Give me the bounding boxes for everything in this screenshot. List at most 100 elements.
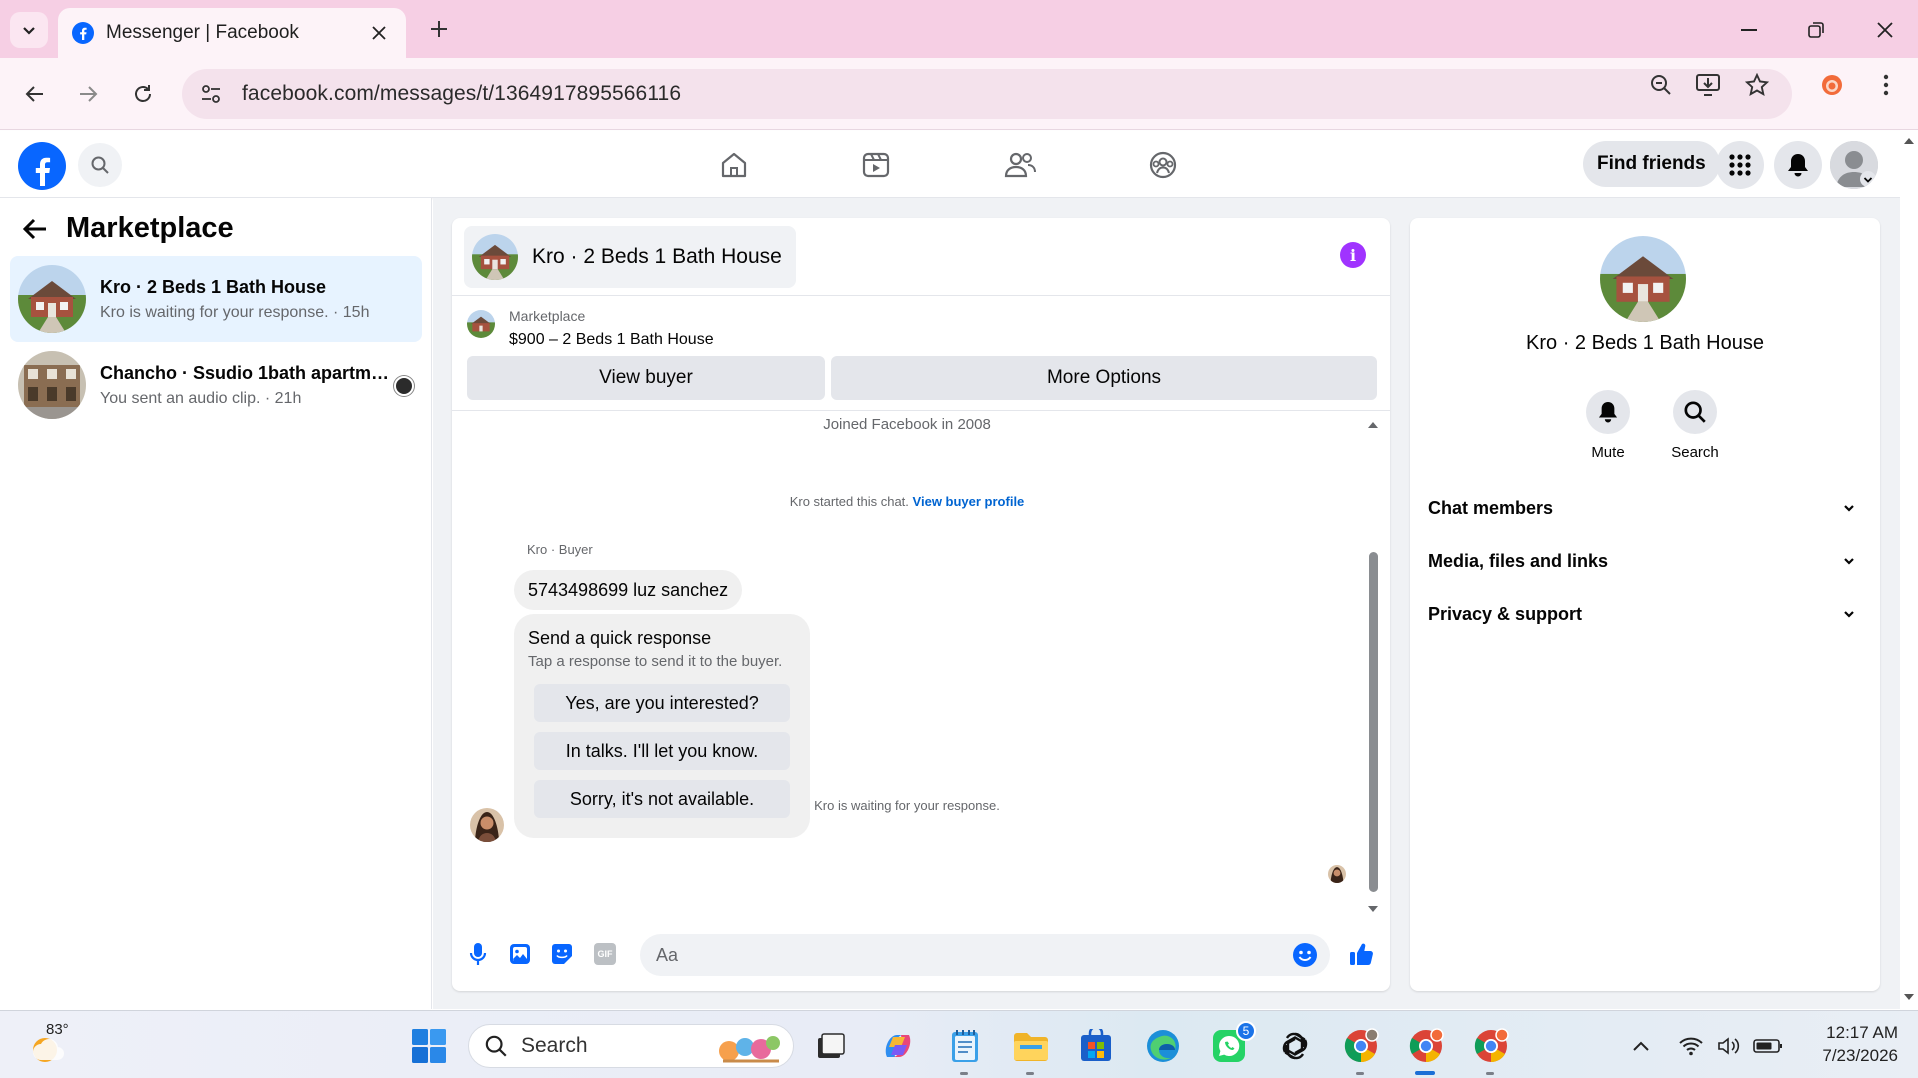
message-bubble[interactable]: 5743498699 luz sanchez [514,570,743,610]
chat-avatar [472,234,518,280]
edge-icon[interactable] [1142,1025,1184,1067]
search-button[interactable] [78,143,122,187]
zoom-icon[interactable] [1647,71,1675,99]
chevron-up-icon[interactable] [1626,1025,1656,1067]
browser-tab[interactable]: Messenger | Facebook [58,8,406,58]
sender-avatar[interactable] [470,808,504,842]
gif-icon[interactable]: GIF [591,940,619,968]
listing-price[interactable]: $900 – 2 Beds 1 Bath House [509,331,714,349]
listing-source-label: Marketplace [509,308,586,324]
sticker-icon[interactable] [548,940,576,968]
taskbar-search[interactable]: Search [468,1024,794,1068]
mute-button[interactable]: Mute [1573,390,1643,461]
quick-response-in-talks[interactable]: In talks. I'll let you know. [534,732,790,770]
chevron-down-icon [1842,501,1856,515]
chrome-profile-icon[interactable] [1470,1025,1512,1075]
battery-icon[interactable] [1751,1025,1785,1067]
install-app-icon[interactable] [1695,71,1723,99]
message-composer: GIF Aa [452,918,1390,991]
privacy-support-section[interactable]: Privacy & support [1428,590,1862,638]
forward-icon[interactable] [68,74,108,114]
running-indicator [1486,1072,1494,1075]
system-clock[interactable]: 12:17 AM 7/23/2026 [1788,1021,1898,1067]
minimize-icon[interactable] [1726,12,1772,48]
facebook-logo-icon[interactable] [18,142,66,190]
back-icon[interactable] [15,74,55,114]
copilot-icon[interactable] [877,1025,919,1067]
back-arrow-icon[interactable] [22,218,48,240]
menu-button[interactable] [1716,141,1764,189]
chrome-icon[interactable] [1340,1025,1382,1075]
find-friends-button[interactable]: Find friends [1583,141,1720,187]
groups-icon[interactable] [1141,143,1185,187]
task-view-icon[interactable] [810,1025,852,1067]
view-buyer-button[interactable]: View buyer [467,356,825,400]
start-icon[interactable] [408,1025,450,1067]
conversation-item[interactable]: Kro · 2 Beds 1 Bath House Kro is waiting… [10,256,422,342]
listing-thumbnail [467,310,495,338]
facebook-favicon-icon [72,22,94,44]
section-label: Media, files and links [1428,550,1609,571]
browser-toolbar: facebook.com/messages/t/1364917895566116 [0,58,1918,130]
tab-list-button[interactable] [10,12,48,48]
extension-icon[interactable] [1818,71,1846,99]
kebab-menu-icon[interactable] [1872,71,1900,99]
emoji-icon[interactable] [1292,942,1318,968]
close-icon[interactable] [366,20,392,46]
listing-banner: Marketplace $900 – 2 Beds 1 Bath House V… [452,296,1390,411]
conversation-details-panel: Kro · 2 Beds 1 Bath House Mute Search Ch… [1410,218,1880,991]
chat-title-button[interactable]: Kro · 2 Beds 1 Bath House [464,226,796,288]
site-settings-icon[interactable] [200,83,222,105]
whatsapp-icon[interactable]: 5 [1208,1021,1256,1067]
address-bar[interactable]: facebook.com/messages/t/1364917895566116 [182,69,1792,119]
house-thumbnail [18,265,86,333]
search-in-chat-button[interactable]: Search [1660,390,1730,461]
photo-icon[interactable] [506,940,534,968]
volume-icon[interactable] [1712,1025,1746,1067]
chrome-active-icon[interactable] [1405,1025,1447,1075]
notifications-button[interactable] [1774,141,1822,189]
chat-started-text: Kro started this chat. [789,494,909,509]
weather-temperature: 83° [46,1021,69,1038]
chat-members-section[interactable]: Chat members [1428,484,1862,532]
info-icon[interactable]: i [1340,242,1366,268]
chatgpt-icon[interactable] [1274,1025,1316,1067]
thumbs-up-icon[interactable] [1348,940,1376,968]
microsoft-store-icon[interactable] [1075,1025,1117,1067]
reload-icon[interactable] [123,74,163,114]
read-receipt-avatar [1328,865,1346,883]
quick-response-interested[interactable]: Yes, are you interested? [534,684,790,722]
video-icon[interactable] [854,143,898,187]
chevron-down-icon [1842,554,1856,568]
search-label: Search [1671,444,1719,461]
notepad-icon[interactable] [944,1025,986,1075]
search-icon [1684,401,1706,423]
details-avatar[interactable] [1600,236,1686,322]
conversation-item[interactable]: Chancho · Ssudio 1bath apartme... You se… [10,342,422,428]
details-name: Kro · 2 Beds 1 Bath House [1526,332,1764,354]
joined-note: Joined Facebook in 2008 [823,416,991,433]
restore-icon[interactable] [1793,12,1839,48]
microphone-icon[interactable] [464,940,492,968]
chat-scrollbar-thumb[interactable] [1369,552,1378,892]
profile-avatar[interactable] [1830,141,1878,189]
wifi-icon[interactable] [1674,1025,1708,1067]
file-explorer-icon[interactable] [1010,1025,1052,1075]
chevron-down-icon [21,22,37,38]
facebook-header: Find friends [0,131,1900,198]
bookmark-star-icon[interactable] [1743,71,1771,99]
friends-icon[interactable] [998,143,1042,187]
browser-tab-bar: Messenger | Facebook [0,0,1918,58]
media-files-links-section[interactable]: Media, files and links [1428,537,1862,585]
more-options-button[interactable]: More Options [831,356,1377,400]
running-indicator [1026,1072,1034,1075]
close-window-icon[interactable] [1862,12,1908,48]
home-icon[interactable] [712,143,756,187]
message-input[interactable]: Aa [640,934,1330,976]
plus-icon[interactable] [424,14,454,44]
windows-taskbar: 83° Search 5 12:17 AM 7/23/2026 [0,1010,1918,1078]
page-scrollbar[interactable] [1900,131,1918,1009]
view-buyer-profile-link[interactable]: View buyer profile [913,494,1025,509]
search-icon [485,1035,507,1057]
chat-scrollbar[interactable] [1366,418,1380,916]
